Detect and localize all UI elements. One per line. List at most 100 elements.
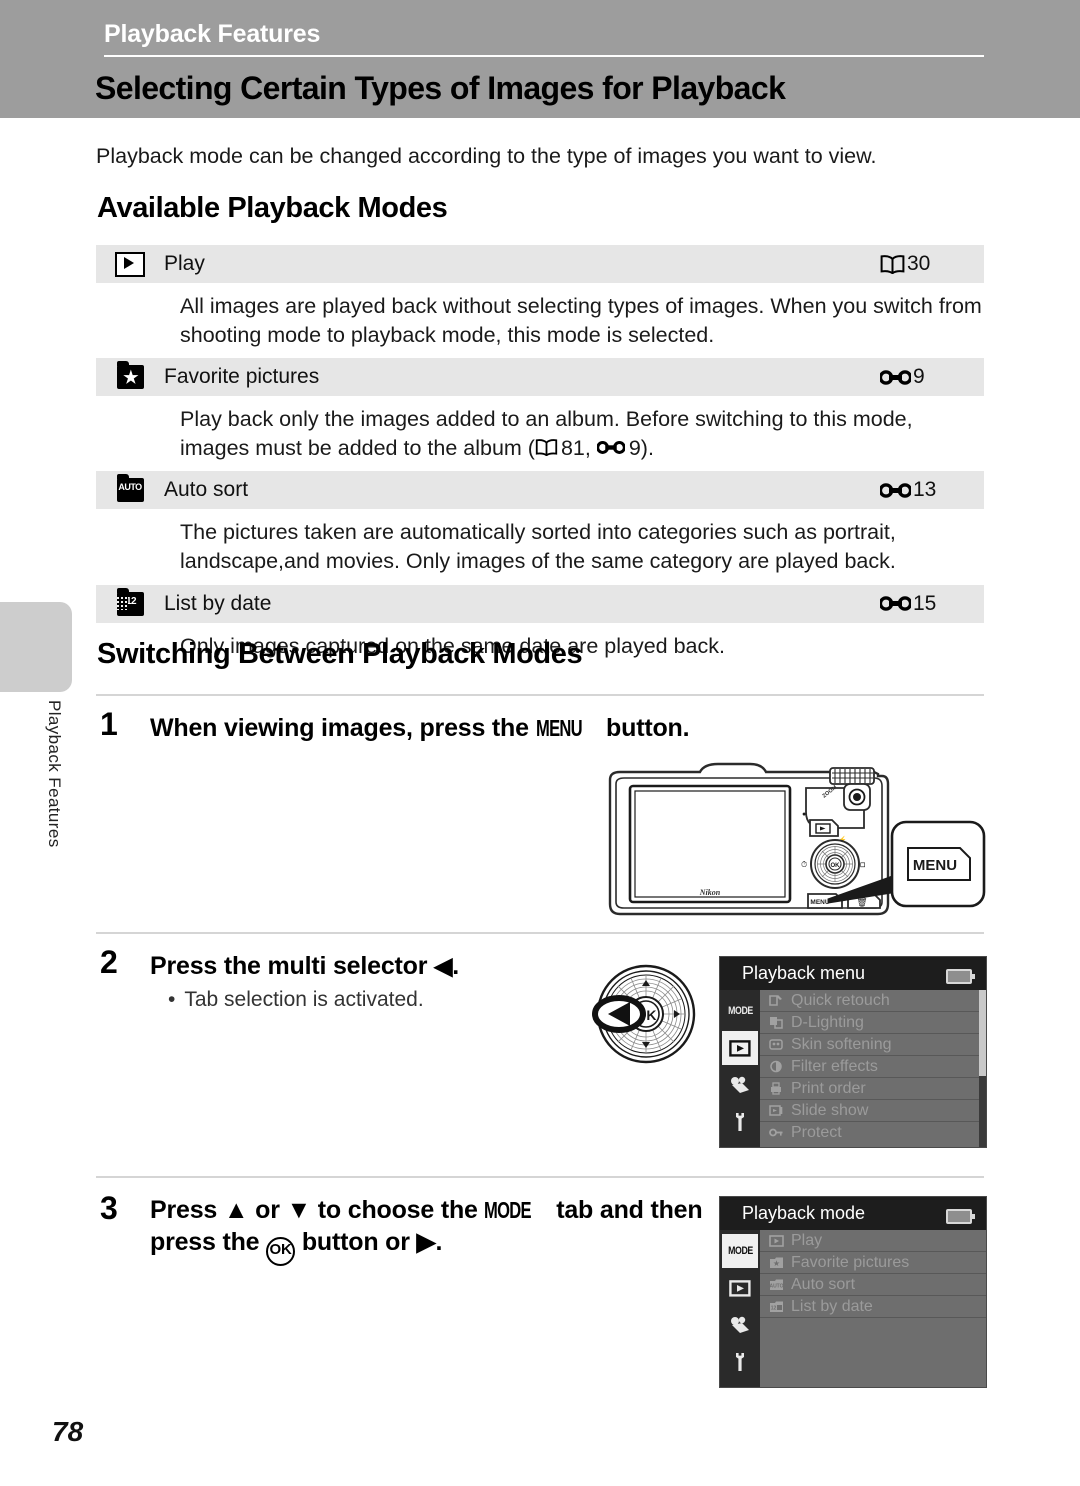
svg-text:OK: OK (831, 863, 841, 869)
intro-paragraph: Playback mode can be changed according t… (96, 144, 877, 168)
list-item[interactable]: Protect (760, 1122, 979, 1143)
step-text-a: Press (150, 1196, 224, 1224)
page-reference: 9 (880, 365, 984, 389)
lcd-tab-mode[interactable]: MODE (722, 994, 758, 1028)
svg-text:Nikon: Nikon (699, 888, 721, 897)
list-item[interactable]: Skin softening (760, 1034, 979, 1056)
list-item-empty (760, 1318, 986, 1339)
bullet-text: Tab selection is activated. (184, 988, 424, 1011)
list-item[interactable]: Print order (760, 1078, 979, 1100)
step-text-before: Press the multi selector (150, 952, 435, 980)
mode-tab-glyph: MODE (484, 1197, 532, 1223)
skin-softening-icon (768, 1038, 784, 1052)
e-reference-icon (880, 369, 911, 386)
filter-effects-icon (768, 1060, 784, 1074)
lcd-content: MODE (720, 990, 986, 1147)
desc-text-after: ). (640, 435, 654, 460)
page-number: 78 (52, 1416, 84, 1447)
movie-camera-icon (731, 1076, 749, 1093)
svg-text:12: 12 (770, 1306, 776, 1312)
page-reference: 15 (880, 592, 984, 616)
lcd-content: MODE (720, 1230, 986, 1387)
play-box-icon (768, 1234, 784, 1248)
list-item-empty (760, 1360, 986, 1381)
list-item[interactable]: Play (760, 1230, 986, 1252)
page-reference-number: 15 (913, 591, 937, 615)
list-item[interactable]: D-Lighting (760, 1012, 979, 1034)
lcd-title-bar: Playback menu (720, 957, 986, 990)
lcd-tab-mode[interactable]: MODE (722, 1234, 758, 1268)
lcd-tab-playback[interactable] (722, 1271, 758, 1305)
e-reference-icon (880, 482, 911, 499)
play-box-icon (729, 1039, 751, 1057)
book-icon (880, 254, 905, 274)
step-number: 1 (100, 706, 118, 742)
d-lighting-icon (768, 1016, 784, 1030)
step-text-after: button. (599, 714, 690, 742)
svg-text:AUTO: AUTO (769, 1284, 783, 1290)
step-text-g: . (435, 1228, 443, 1256)
print-order-icon (768, 1082, 784, 1096)
battery-icon (946, 1209, 975, 1224)
page-reference-number: 13 (913, 478, 937, 502)
list-item[interactable]: Quick retouch (760, 990, 979, 1012)
lcd-tab-setup[interactable] (722, 1345, 758, 1379)
page-header-band: Playback Features Selecting Certain Type… (0, 0, 1080, 118)
svg-text:☐: ☐ (860, 862, 865, 869)
table-row: 12 List by date 15 (96, 584, 984, 623)
lcd-menu-list: Quick retouch D-Lighting Skin softening … (760, 990, 979, 1147)
auto-folder-icon: AUTO (768, 1278, 784, 1292)
mode-name: Favorite pictures (164, 365, 320, 389)
step-text-d: tab and then (549, 1196, 703, 1224)
e-reference-icon (596, 440, 628, 457)
inline-page-reference: 81 (560, 435, 585, 460)
lcd-title-bar: Playback mode (720, 1197, 986, 1230)
play-box-icon (729, 1279, 751, 1297)
up-arrow-icon: ▲ (223, 1196, 249, 1224)
list-item[interactable]: ★ Favorite pictures (760, 1252, 986, 1274)
step-number: 2 (100, 944, 118, 980)
page-reference-number: 9 (913, 365, 925, 389)
lcd-tab-playback[interactable] (722, 1031, 758, 1065)
scrollbar[interactable] (979, 990, 986, 1147)
right-arrow-icon: ▶ (416, 1228, 436, 1256)
step-divider (96, 932, 984, 934)
list-item[interactable]: 12 List by date (760, 1296, 986, 1318)
star-folder-icon: ★ (96, 361, 164, 390)
svg-text:●: ● (802, 811, 806, 818)
wrench-icon (736, 1113, 744, 1131)
section-heading-available: Available Playback Modes (97, 192, 448, 224)
wrench-icon (736, 1353, 744, 1371)
step-text-before: When viewing images, press the (150, 714, 536, 742)
mode-description: All images are played back without selec… (96, 283, 984, 359)
bullet-dot: • (168, 988, 176, 1011)
lcd-tab-movie[interactable] (722, 1308, 758, 1342)
step-instruction: Press ▲ or ▼ to choose the MODE tab and … (150, 1194, 710, 1266)
lcd-tab-setup[interactable] (722, 1105, 758, 1139)
list-item-empty (760, 1339, 986, 1360)
multi-selector-illustration: OK (578, 958, 708, 1070)
available-playback-modes-table: Play 30 All images are played back witho… (96, 245, 984, 670)
step-bullet-note: • Tab selection is activated. (168, 988, 424, 1012)
step-text-f: button or (295, 1228, 417, 1256)
play-box-icon (96, 251, 164, 277)
mode-name: Auto sort (164, 478, 249, 502)
down-arrow-icon: ▼ (286, 1196, 312, 1224)
calendar-folder-icon: 12 (96, 587, 164, 616)
step-divider (96, 694, 984, 696)
table-row: Play 30 (96, 245, 984, 283)
lcd-tab-movie[interactable] (722, 1068, 758, 1102)
mode-description: The pictures taken are automatically sor… (96, 509, 984, 585)
list-item[interactable]: AUTO Auto sort (760, 1274, 986, 1296)
step-divider (96, 1176, 984, 1178)
e-reference-icon (880, 595, 911, 612)
list-item[interactable]: Slide show (760, 1100, 979, 1122)
step-number: 3 (100, 1190, 118, 1226)
ok-button-glyph: OK (266, 1237, 296, 1266)
lcd-menu-list: Play ★ Favorite pictures AUTO Auto sort … (760, 1230, 986, 1387)
list-item[interactable]: Filter effects (760, 1056, 979, 1078)
section-heading-switching: Switching Between Playback Modes (97, 638, 583, 670)
lcd-title: Playback mode (742, 1203, 866, 1223)
scrollbar-thumb[interactable] (979, 990, 986, 1076)
left-arrow-icon: ◀ (434, 953, 453, 980)
